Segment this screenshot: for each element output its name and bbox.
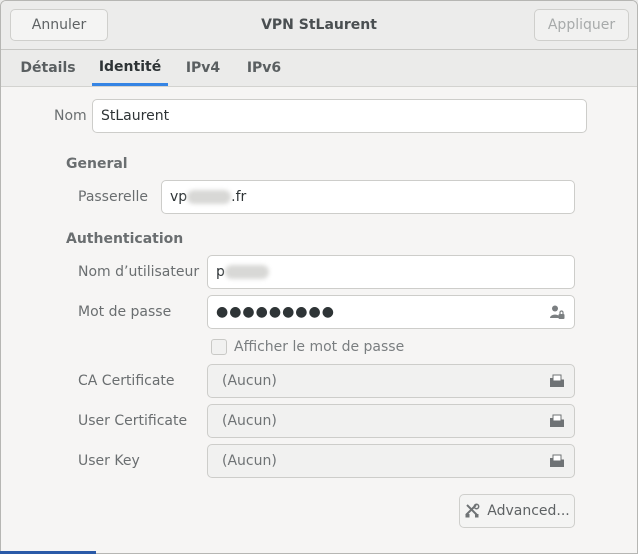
folder-document-icon (550, 374, 564, 387)
folder-document-icon (550, 454, 564, 467)
general-heading: General (66, 156, 128, 172)
show-password-checkbox[interactable] (211, 339, 227, 355)
password-value: ●●●●●●●●● (216, 304, 335, 320)
tab-identity[interactable]: Identité (92, 50, 168, 86)
tab-details[interactable]: Détails (10, 50, 86, 86)
apply-button[interactable]: Appliquer (534, 9, 629, 41)
gateway-input[interactable]: vp .fr (161, 180, 575, 214)
show-password-row[interactable]: Afficher le mot de passe (211, 339, 404, 355)
header-bar: Annuler VPN StLaurent Appliquer (1, 1, 637, 50)
authentication-heading: Authentication (66, 231, 184, 247)
vpn-dialog: Annuler VPN StLaurent Appliquer Détails … (0, 0, 638, 554)
redacted-text (187, 190, 232, 204)
name-label: Nom (54, 108, 87, 124)
username-prefix: p (216, 264, 225, 280)
advanced-label: Advanced... (487, 503, 570, 519)
ca-certificate-value: (Aucun) (222, 373, 277, 389)
password-input[interactable]: ●●●●●●●●● (207, 295, 575, 329)
password-label: Mot de passe (78, 304, 172, 320)
user-key-value: (Aucun) (222, 453, 277, 469)
tools-icon (465, 503, 480, 518)
ca-certificate-label: CA Certificate (78, 373, 175, 389)
user-certificate-value: (Aucun) (222, 413, 277, 429)
username-label: Nom d’utilisateur (78, 264, 200, 280)
ca-certificate-chooser[interactable]: (Aucun) (207, 364, 575, 398)
gateway-prefix: vp (170, 189, 188, 205)
user-key-label: User Key (78, 453, 140, 469)
user-certificate-label: User Certificate (78, 413, 188, 429)
user-certificate-chooser[interactable]: (Aucun) (207, 404, 575, 438)
name-input[interactable]: StLaurent (92, 99, 587, 133)
gateway-label: Passerelle (78, 189, 149, 205)
name-value: StLaurent (101, 108, 170, 124)
cancel-button[interactable]: Annuler (10, 9, 108, 41)
tab-ipv6[interactable]: IPv6 (239, 50, 289, 86)
advanced-button[interactable]: Advanced... (459, 494, 575, 528)
tab-ipv4[interactable]: IPv4 (178, 50, 228, 86)
user-lock-icon[interactable] (549, 304, 565, 320)
show-password-label: Afficher le mot de passe (234, 339, 405, 355)
username-input[interactable]: p (207, 255, 575, 289)
redacted-text (224, 265, 269, 279)
tab-bar: Détails Identité IPv4 IPv6 (1, 50, 637, 87)
gateway-suffix: .fr (231, 189, 247, 205)
folder-document-icon (550, 414, 564, 427)
user-key-chooser[interactable]: (Aucun) (207, 444, 575, 478)
